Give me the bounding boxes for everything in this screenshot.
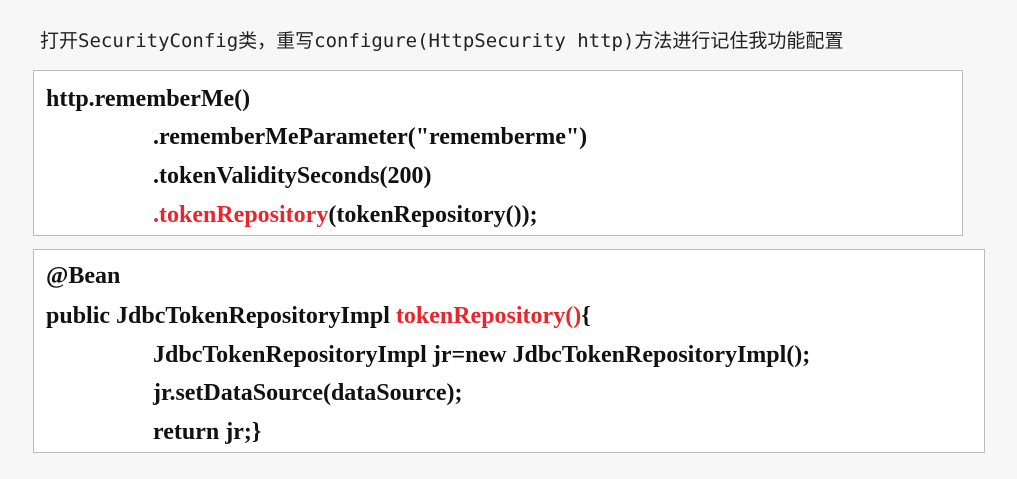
code-line-remember-me: http.rememberMe()	[46, 86, 251, 112]
token-repository-method-highlight: tokenRepository	[159, 202, 329, 228]
method-signature-prefix: public JdbcTokenRepositoryImpl	[46, 303, 396, 329]
token-repository-bean-code-block: @Bean public JdbcTokenRepositoryImpl tok…	[33, 249, 985, 453]
token-repository-method-name-highlight: tokenRepository	[395, 303, 566, 329]
method-open-brace: {	[581, 303, 591, 329]
code-line-new-repository-impl: JdbcTokenRepositoryImpl jr=new JdbcToken…	[153, 342, 811, 368]
code-line-method-signature: public JdbcTokenRepositoryImpl tokenRepo…	[46, 302, 591, 330]
code-line-bean-annotation: @Bean	[46, 263, 121, 289]
instruction-caption: 打开SecurityConfig类，重写configure(HttpSecuri…	[40, 30, 844, 52]
remember-me-config-code-block: http.rememberMe() .rememberMeParameter("…	[33, 70, 963, 236]
method-parens-highlight: ()	[565, 303, 582, 329]
token-repository-call-args: (tokenRepository());	[328, 202, 538, 228]
code-line-set-data-source: jr.setDataSource(dataSource);	[153, 380, 463, 406]
code-line-remember-me-parameter: .rememberMeParameter("rememberme")	[153, 124, 588, 150]
code-line-token-repository-call: .tokenRepository(tokenRepository());	[153, 201, 538, 229]
code-line-token-validity-seconds: .tokenValiditySeconds(200)	[153, 163, 432, 189]
code-line-return: return jr;}	[153, 419, 262, 445]
